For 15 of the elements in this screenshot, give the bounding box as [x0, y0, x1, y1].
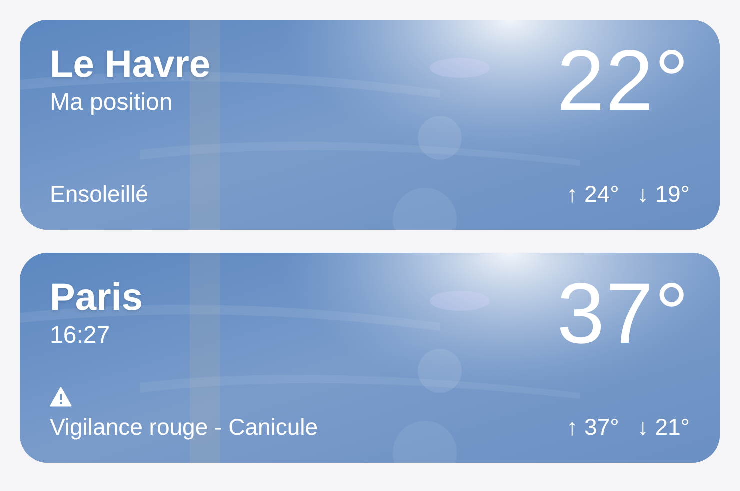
city-name: Le Havre	[50, 43, 211, 88]
current-temperature: 37°	[556, 271, 690, 357]
high-temperature: ↑ 24°	[566, 180, 620, 208]
low-temperature: ↓ 21°	[637, 413, 690, 441]
location-subtitle: Ma position	[50, 88, 174, 118]
location-subtitle: 16:27	[50, 321, 112, 351]
weather-condition: Ensoleillé	[50, 180, 148, 208]
warning-icon	[50, 387, 72, 407]
low-temperature: ↓ 19°	[637, 180, 690, 208]
weather-condition: Vigilance rouge - Canicule	[50, 413, 318, 441]
weather-card[interactable]: Le Havre Ma position 22° Ensoleillé ↑ 24° ↓ 19°	[20, 20, 720, 230]
weather-card[interactable]: Paris 16:27 37° Vigilance rouge - Canicule ↑ 37° ↓ 21°	[20, 253, 720, 463]
current-temperature: 22°	[556, 38, 690, 124]
high-temperature: ↑ 37°	[566, 413, 620, 441]
city-name: Paris	[50, 276, 143, 321]
